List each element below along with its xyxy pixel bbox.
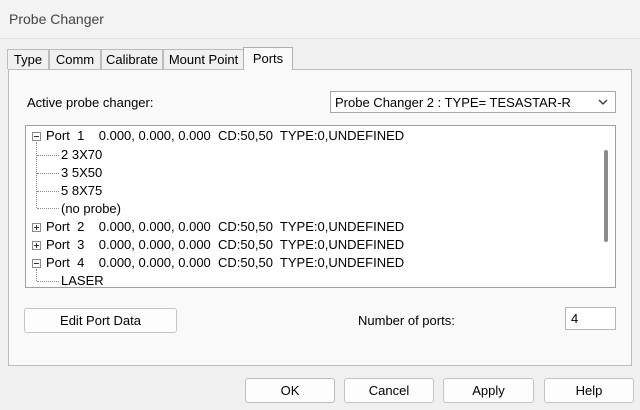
- tree-port-4[interactable]: Port 4 0.000, 0.000, 0.000 CD:50,50 TYPE…: [46, 254, 404, 272]
- tab-comm[interactable]: Comm: [49, 49, 101, 69]
- expand-port-2-icon[interactable]: [32, 223, 41, 232]
- tree-port-3[interactable]: Port 3 0.000, 0.000, 0.000 CD:50,50 TYPE…: [46, 236, 404, 254]
- tree-connector: [37, 155, 59, 156]
- tree-connector: [37, 173, 59, 174]
- tree-probe-item[interactable]: 2 3X70: [61, 146, 102, 164]
- number-of-ports-label: Number of ports:: [358, 313, 455, 328]
- number-of-ports-value: 4: [571, 311, 579, 326]
- title-bar: Probe Changer: [0, 0, 640, 39]
- tab-ports[interactable]: Ports: [243, 47, 293, 70]
- collapse-port-4-icon[interactable]: [32, 259, 41, 268]
- expand-port-3-icon[interactable]: [32, 241, 41, 250]
- apply-button[interactable]: Apply: [443, 378, 534, 403]
- active-changer-select[interactable]: Probe Changer 2 : TYPE= TESASTAR-R: [330, 91, 616, 113]
- tab-calibrate[interactable]: Calibrate: [101, 49, 163, 69]
- collapse-port-1-icon[interactable]: [32, 132, 41, 141]
- tree-port-1[interactable]: Port 1 0.000, 0.000, 0.000 CD:50,50 TYPE…: [46, 127, 404, 145]
- active-changer-label: Active probe changer:: [27, 95, 154, 110]
- tab-type[interactable]: Type: [7, 49, 49, 69]
- tree-connector: [37, 191, 59, 192]
- help-button[interactable]: Help: [544, 378, 634, 403]
- tree-probe-item[interactable]: 5 8X75: [61, 182, 102, 200]
- window-title: Probe Changer: [9, 11, 104, 27]
- tree-scrollbar[interactable]: [598, 126, 614, 287]
- tree-probe-item[interactable]: 3 5X50: [61, 164, 102, 182]
- tree-connector: [37, 208, 59, 209]
- tree-connector: [37, 281, 59, 282]
- chevron-down-icon: [598, 99, 608, 105]
- tree-probe-item[interactable]: (no probe): [61, 200, 121, 218]
- tree-connector: [36, 142, 37, 208]
- tree-probe-item[interactable]: LASER: [61, 272, 104, 287]
- scrollbar-thumb[interactable]: [604, 150, 608, 242]
- tab-mount-point[interactable]: Mount Point: [163, 49, 244, 69]
- tree-port-2[interactable]: Port 2 0.000, 0.000, 0.000 CD:50,50 TYPE…: [46, 218, 404, 236]
- number-of-ports-input[interactable]: 4: [565, 307, 616, 330]
- edit-port-data-button[interactable]: Edit Port Data: [24, 308, 177, 333]
- active-changer-value: Probe Changer 2 : TYPE= TESASTAR-R: [335, 95, 571, 110]
- tree-connector: [36, 269, 37, 281]
- port-tree[interactable]: Port 1 0.000, 0.000, 0.000 CD:50,50 TYPE…: [25, 125, 616, 288]
- cancel-button[interactable]: Cancel: [344, 378, 434, 403]
- ok-button[interactable]: OK: [245, 378, 335, 403]
